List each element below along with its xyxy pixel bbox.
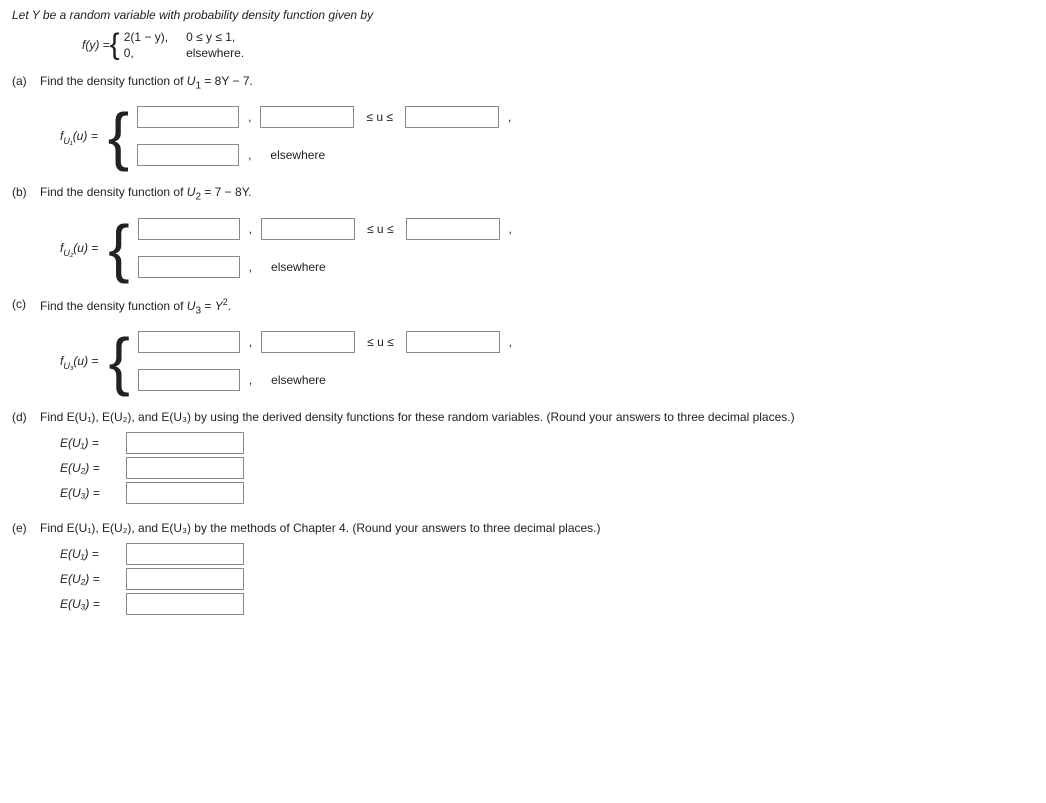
leq-u-leq: ≤ u ≤ — [367, 335, 394, 349]
ev-u2-row: E(U₂) = — [60, 568, 1034, 590]
elsewhere-text: elsewhere — [271, 260, 326, 274]
input-d-u1[interactable] — [126, 432, 244, 454]
input-d-u2[interactable] — [126, 457, 244, 479]
input-e-u3[interactable] — [126, 593, 244, 615]
pdf-line2-expr: 0, — [124, 46, 168, 60]
part-c: (c) Find the density function of U3 = Y2… — [12, 297, 1034, 396]
fn-label-u1: fU₁(u) = — [60, 129, 98, 143]
part-a: (a) Find the density function of U1 = 8Y… — [12, 74, 1034, 171]
ev-u1-label: E(U₁) = — [60, 436, 120, 450]
pdf-prefix: f(y) = — [82, 38, 110, 52]
elsewhere-text: elsewhere — [270, 148, 325, 162]
input-a-expr[interactable] — [137, 106, 239, 128]
piecewise-row-2: , elsewhere — [138, 369, 513, 391]
part-e-prompt: Find E(U₁), E(U₂), and E(U₃) by the meth… — [40, 521, 601, 535]
ev-u3-label: E(U₃) = — [60, 486, 120, 500]
input-c-expr[interactable] — [138, 331, 240, 353]
part-e: (e) Find E(U₁), E(U₂), and E(U₃) by the … — [12, 521, 1034, 618]
input-b-lower[interactable] — [261, 218, 355, 240]
pdf-equation: f(y) = { 2(1 − y), 0 ≤ y ≤ 1, 0, elsewhe… — [82, 30, 1034, 60]
fn-label-u3: fU₃(u) = — [60, 354, 98, 368]
input-b-else[interactable] — [138, 256, 240, 278]
ev-u3-label: E(U₃) = — [60, 597, 120, 611]
pdf-line1-cond: 0 ≤ y ≤ 1, — [186, 30, 244, 44]
comma: , — [249, 222, 252, 236]
input-e-u1[interactable] — [126, 543, 244, 565]
comma: , — [249, 373, 252, 387]
fn-label-u2: fU₂(u) = — [60, 241, 98, 255]
comma: , — [249, 335, 252, 349]
pdf-line1-expr: 2(1 − y), — [124, 30, 168, 44]
comma: , — [509, 222, 512, 236]
input-a-else[interactable] — [137, 144, 239, 166]
leq-u-leq: ≤ u ≤ — [367, 222, 394, 236]
curly-brace-icon: { — [108, 213, 129, 283]
ev-u3-row: E(U₃) = — [60, 482, 1034, 504]
comma: , — [248, 148, 251, 162]
comma: , — [248, 110, 251, 124]
part-b-label: (b) — [12, 185, 40, 282]
ev-u2-label: E(U₂) = — [60, 461, 120, 475]
piecewise-row-1: , ≤ u ≤ , — [137, 106, 512, 128]
input-a-lower[interactable] — [260, 106, 354, 128]
part-b: (b) Find the density function of U2 = 7 … — [12, 185, 1034, 282]
input-c-else[interactable] — [138, 369, 240, 391]
part-d-label: (d) — [12, 410, 40, 507]
piecewise-row-2: , elsewhere — [137, 144, 512, 166]
ev-u2-row: E(U₂) = — [60, 457, 1034, 479]
curly-brace-icon: { — [108, 326, 129, 396]
input-a-upper[interactable] — [405, 106, 499, 128]
elsewhere-text: elsewhere — [271, 373, 326, 387]
part-e-label: (e) — [12, 521, 40, 618]
piecewise-row-1: , ≤ u ≤ , — [138, 331, 513, 353]
ev-u1-row: E(U₁) = — [60, 432, 1034, 454]
intro-text: Let Y be a random variable with probabil… — [12, 8, 1034, 22]
comma: , — [509, 335, 512, 349]
leq-u-leq: ≤ u ≤ — [366, 110, 393, 124]
pdf-line2-cond: elsewhere. — [186, 46, 244, 60]
input-c-lower[interactable] — [261, 331, 355, 353]
part-d-prompt: Find E(U₁), E(U₂), and E(U₃) by using th… — [40, 410, 795, 424]
ev-u1-label: E(U₁) = — [60, 547, 120, 561]
part-a-prompt: Find the density function of U1 = 8Y − 7… — [40, 74, 253, 88]
input-b-upper[interactable] — [406, 218, 500, 240]
part-b-prompt: Find the density function of U2 = 7 − 8Y… — [40, 185, 252, 199]
input-c-upper[interactable] — [406, 331, 500, 353]
curly-brace-icon: { — [108, 101, 129, 171]
comma: , — [508, 110, 511, 124]
ev-u2-label: E(U₂) = — [60, 572, 120, 586]
piecewise-row-2: , elsewhere — [138, 256, 513, 278]
part-c-label: (c) — [12, 297, 40, 396]
ev-u3-row: E(U₃) = — [60, 593, 1034, 615]
part-c-prompt: Find the density function of U3 = Y2. — [40, 299, 231, 313]
input-e-u2[interactable] — [126, 568, 244, 590]
comma: , — [249, 260, 252, 274]
part-d: (d) Find E(U₁), E(U₂), and E(U₃) by usin… — [12, 410, 1034, 507]
ev-u1-row: E(U₁) = — [60, 543, 1034, 565]
input-d-u3[interactable] — [126, 482, 244, 504]
piecewise-row-1: , ≤ u ≤ , — [138, 218, 513, 240]
curly-brace-icon: { — [110, 30, 120, 60]
input-b-expr[interactable] — [138, 218, 240, 240]
part-a-label: (a) — [12, 74, 40, 171]
